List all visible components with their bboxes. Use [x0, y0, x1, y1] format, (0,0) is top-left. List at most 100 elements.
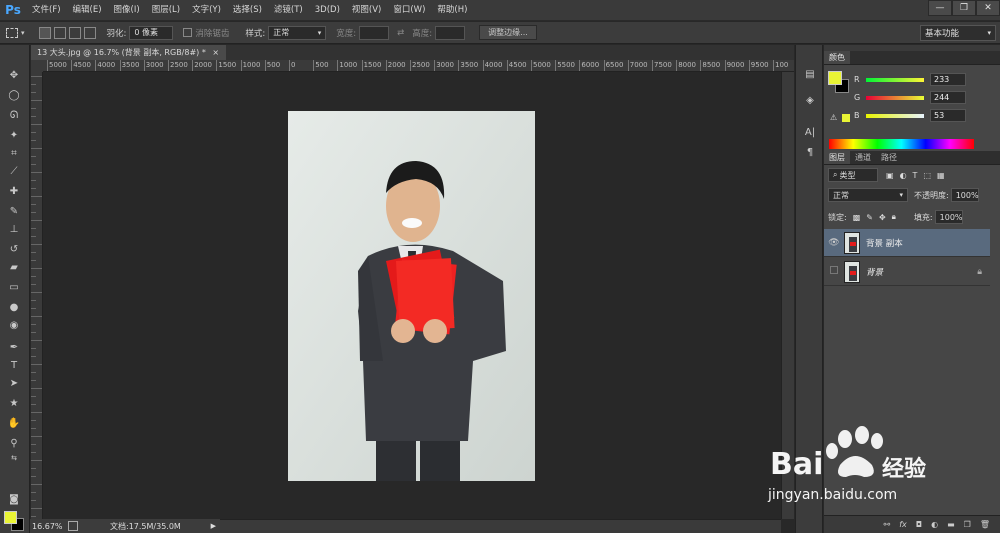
subtract-selection-icon[interactable]: [68, 26, 81, 39]
status-icon[interactable]: [68, 521, 78, 531]
trash-icon[interactable]: 🗑︎: [980, 520, 990, 529]
g-value[interactable]: 244: [930, 91, 966, 104]
hand-tool-icon[interactable]: ✋: [5, 415, 23, 431]
color-fg-swatch[interactable]: [828, 71, 842, 85]
opacity-input[interactable]: 100%: [950, 188, 979, 202]
zoom-tool-icon[interactable]: ⚲: [5, 435, 23, 451]
adjustment-icon[interactable]: ◐: [931, 520, 938, 529]
close-button[interactable]: ✕: [976, 0, 1000, 16]
fill-input[interactable]: 100%: [934, 210, 963, 224]
feather-input[interactable]: 0 像素: [129, 25, 174, 40]
adjust-filter-icon[interactable]: ◐: [900, 171, 907, 180]
pen-tool-icon[interactable]: ✒: [5, 339, 23, 355]
gamut-swatch[interactable]: [842, 114, 850, 122]
quick-mask-icon[interactable]: ◙: [5, 491, 23, 507]
brush-tool-icon[interactable]: ✎: [5, 203, 23, 219]
link-icon[interactable]: ⚯: [884, 520, 891, 529]
fx-icon[interactable]: fx: [899, 520, 907, 529]
shape-tool-icon[interactable]: ★: [5, 395, 23, 411]
style-select[interactable]: 正常 ▾: [268, 25, 327, 40]
menu-window[interactable]: 窗口(W): [387, 0, 431, 21]
history-brush-tool-icon[interactable]: ↺: [5, 241, 23, 257]
eraser-tool-icon[interactable]: ▰: [5, 259, 23, 275]
document-tab[interactable]: 13 大头.jpg @ 16.7% (背景 副本, RGB/8#) * ×: [31, 45, 226, 60]
pixel-filter-icon[interactable]: ▣: [886, 171, 894, 180]
lock-position-icon[interactable]: ✥: [879, 213, 886, 222]
restore-button[interactable]: ❐: [952, 0, 976, 16]
new-layer-icon[interactable]: ❐: [964, 520, 971, 529]
r-value[interactable]: 233: [930, 73, 966, 86]
new-selection-icon[interactable]: [38, 26, 51, 39]
lasso-tool-icon[interactable]: ᘏ: [5, 107, 23, 123]
menu-3d[interactable]: 3D(D): [309, 0, 346, 21]
blur-tool-icon[interactable]: ●: [5, 299, 23, 315]
foreground-color-swatch[interactable]: [4, 511, 17, 524]
type-tool-icon[interactable]: T: [5, 357, 23, 373]
eye-icon[interactable]: 👁︎: [824, 238, 844, 248]
mask-icon[interactable]: ◘: [916, 520, 922, 529]
eyedropper-tool-icon[interactable]: ⟋: [5, 163, 23, 179]
tab-color[interactable]: 颜色: [824, 51, 850, 64]
marquee-tool-preset[interactable]: ▾: [6, 27, 25, 38]
swap-icon[interactable]: ⇄: [397, 28, 404, 38]
status-menu-icon[interactable]: ▶: [211, 522, 216, 530]
layer-row[interactable]: 👁︎ 背景 副本: [824, 229, 990, 257]
menu-file[interactable]: 文件(F): [26, 0, 67, 21]
close-tab-icon[interactable]: ×: [212, 48, 219, 57]
properties-panel-icon[interactable]: ◈: [802, 93, 818, 107]
path-selection-tool-icon[interactable]: ➤: [5, 375, 23, 391]
tab-channels[interactable]: 通道: [850, 151, 876, 164]
character-panel-icon[interactable]: A|: [802, 125, 818, 139]
color-spectrum[interactable]: [829, 139, 974, 149]
b-value[interactable]: 53: [930, 109, 966, 122]
marquee-tool-icon[interactable]: ◯: [5, 87, 23, 103]
warning-icon[interactable]: ⚠: [830, 113, 837, 122]
layer-name[interactable]: 背景 副本: [866, 237, 903, 249]
smart-filter-icon[interactable]: ▦: [937, 171, 945, 180]
shape-filter-icon[interactable]: ⬚: [923, 171, 931, 180]
menu-view[interactable]: 视图(V): [346, 0, 387, 21]
height-input[interactable]: [435, 25, 466, 40]
clone-stamp-tool-icon[interactable]: ⊥: [5, 221, 23, 237]
paragraph-panel-icon[interactable]: ¶: [802, 145, 818, 159]
layer-filter-select[interactable]: ⌕ 类型: [828, 168, 878, 182]
type-filter-icon[interactable]: T: [913, 171, 918, 180]
tab-paths[interactable]: 路径: [876, 151, 902, 164]
vertical-scrollbar[interactable]: [781, 72, 794, 519]
menu-image[interactable]: 图像(I): [108, 0, 146, 21]
workspace-select[interactable]: 基本功能 ▾: [920, 25, 996, 41]
g-slider[interactable]: [866, 95, 924, 100]
lock-pixels-icon[interactable]: ✎: [866, 213, 873, 222]
zoom-level[interactable]: 16.67%: [32, 522, 64, 531]
crop-tool-icon[interactable]: ⌗: [5, 145, 23, 161]
r-slider[interactable]: [866, 77, 924, 82]
swap-colors-icon[interactable]: ⇆: [5, 450, 23, 466]
history-panel-icon[interactable]: ▤: [802, 67, 818, 81]
dodge-tool-icon[interactable]: ◉: [5, 317, 23, 333]
folder-icon[interactable]: ▬: [947, 520, 955, 529]
quick-select-tool-icon[interactable]: ✦: [5, 127, 23, 143]
tab-layers[interactable]: 图层: [824, 151, 850, 164]
b-slider[interactable]: [866, 113, 924, 118]
menu-help[interactable]: 帮助(H): [431, 0, 473, 21]
lock-transparent-icon[interactable]: ▩: [853, 213, 861, 222]
refine-edge-button[interactable]: 调整边缘...: [479, 25, 537, 40]
layer-row[interactable]: 背景 🔒︎: [824, 258, 990, 286]
intersect-selection-icon[interactable]: [83, 26, 96, 39]
menu-type[interactable]: 文字(Y): [186, 0, 227, 21]
menu-select[interactable]: 选择(S): [227, 0, 268, 21]
document-image[interactable]: [288, 111, 535, 481]
layer-name[interactable]: 背景: [866, 266, 883, 278]
add-selection-icon[interactable]: [53, 26, 66, 39]
width-input[interactable]: [359, 25, 390, 40]
visibility-toggle[interactable]: [824, 266, 844, 277]
antialias-checkbox[interactable]: [183, 28, 193, 37]
move-tool-icon[interactable]: ✥: [5, 67, 23, 83]
menu-filter[interactable]: 滤镜(T): [268, 0, 309, 21]
horizontal-scrollbar[interactable]: [220, 519, 781, 533]
gradient-tool-icon[interactable]: ▭: [5, 279, 23, 295]
minimize-button[interactable]: —: [928, 0, 952, 16]
menu-edit[interactable]: 编辑(E): [67, 0, 108, 21]
lock-all-icon[interactable]: 🔒︎: [892, 212, 896, 222]
menu-layer[interactable]: 图层(L): [146, 0, 186, 21]
